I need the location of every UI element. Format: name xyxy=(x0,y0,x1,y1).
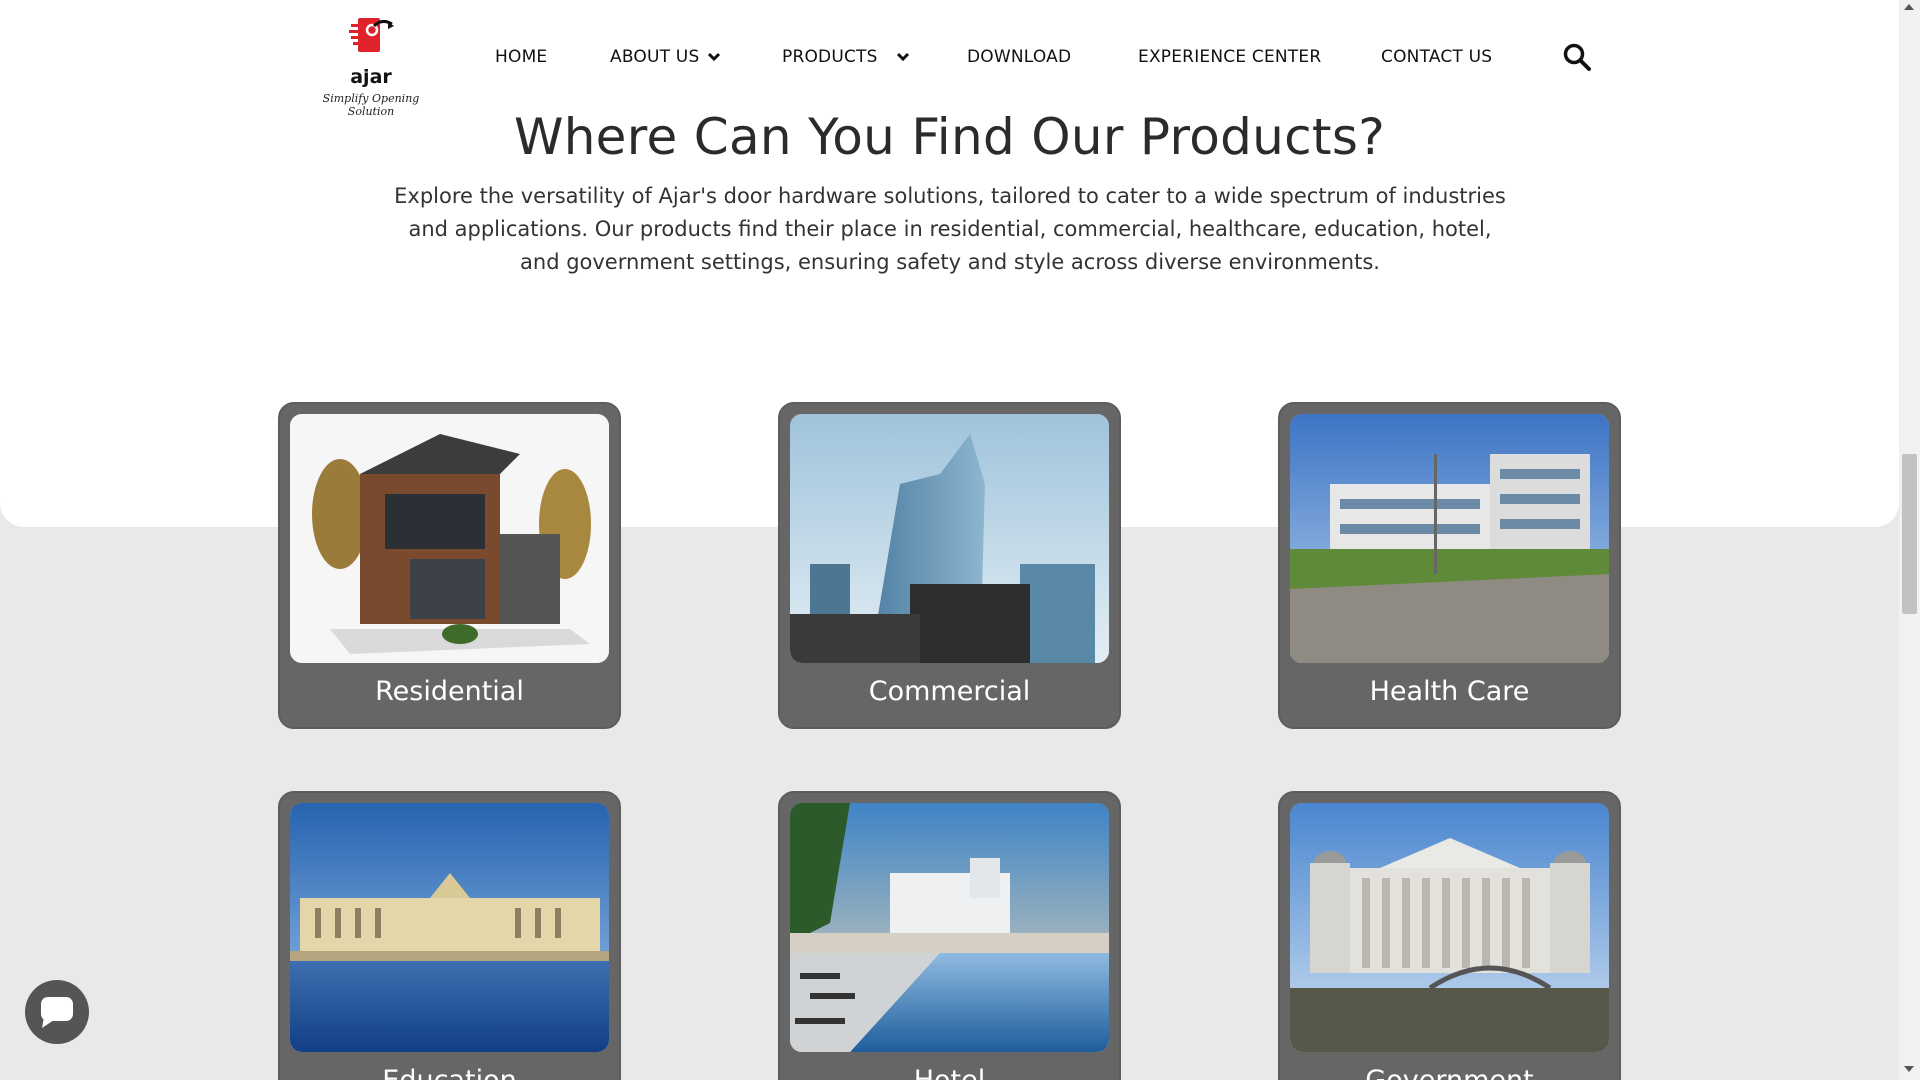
chat-launcher-button[interactable] xyxy=(25,980,89,1044)
chat-bubble-icon xyxy=(41,997,73,1028)
category-card-education[interactable]: Education xyxy=(278,791,621,1080)
site-header: ajar Simplify Opening Solution HOME ABOU… xyxy=(0,0,1899,118)
nav-about-us-label: ABOUT US xyxy=(610,47,700,67)
nav-about-us[interactable]: ABOUT US xyxy=(610,44,721,70)
nav-home-label: HOME xyxy=(495,47,548,67)
brand-logo[interactable]: ajar Simplify Opening Solution xyxy=(306,10,436,118)
section-title: Where Can You Find Our Products? xyxy=(513,108,1386,166)
nav-contact-us[interactable]: CONTACT US xyxy=(1381,44,1492,70)
chevron-down-icon xyxy=(708,52,721,62)
chevron-down-icon xyxy=(896,52,909,62)
category-card-government[interactable]: Government xyxy=(1278,791,1621,1080)
modern-house-photo xyxy=(290,414,609,663)
category-card-health-care[interactable]: Health Care xyxy=(1278,402,1621,729)
scroll-down-arrow-icon[interactable] xyxy=(1904,1066,1914,1072)
category-card-hotel[interactable]: Hotel xyxy=(778,791,1121,1080)
scrollbar-thumb[interactable] xyxy=(1902,454,1917,614)
resort-pool-photo xyxy=(790,803,1109,1052)
nav-home[interactable]: HOME xyxy=(495,44,547,70)
scroll-up-arrow-icon[interactable] xyxy=(1904,4,1914,10)
nav-download[interactable]: DOWNLOAD xyxy=(967,44,1071,70)
category-card-commercial[interactable]: Commercial xyxy=(778,402,1121,729)
government-colonnade-building-photo xyxy=(1290,803,1609,1052)
ajar-logo-icon xyxy=(349,18,394,52)
nav-contact-us-label: CONTACT US xyxy=(1381,47,1493,67)
nav-download-label: DOWNLOAD xyxy=(967,47,1072,67)
hospital-building-photo xyxy=(1290,414,1609,663)
search-icon[interactable] xyxy=(1562,42,1592,72)
brand-name: ajar xyxy=(350,66,392,88)
category-label: Commercial xyxy=(868,676,1031,707)
nav-products-label: PRODUCTS xyxy=(782,47,878,67)
nav-products[interactable]: PRODUCTS xyxy=(782,44,910,70)
category-label: Health Care xyxy=(1369,676,1530,707)
category-label: Residential xyxy=(375,676,524,707)
nav-experience-center-label: EXPERIENCE CENTER xyxy=(1138,47,1322,67)
glass-skyscraper-photo xyxy=(790,414,1109,663)
nav-experience-center[interactable]: EXPERIENCE CENTER xyxy=(1138,44,1321,70)
category-label: Education xyxy=(280,1065,619,1080)
category-label: Hotel xyxy=(780,1065,1119,1080)
category-label: Government xyxy=(1280,1065,1619,1080)
university-building-riverside-photo xyxy=(290,803,609,1052)
section-description: Explore the versatility of Ajar's door h… xyxy=(394,184,1506,274)
category-card-residential[interactable]: Residential xyxy=(278,402,621,729)
